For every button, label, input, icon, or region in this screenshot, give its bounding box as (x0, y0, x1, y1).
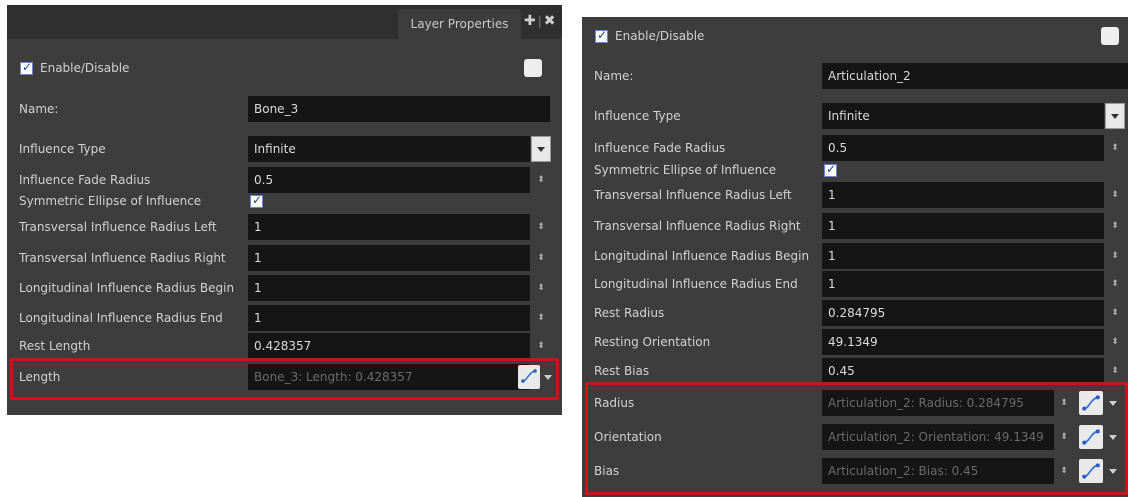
chevron-down-icon[interactable] (531, 136, 551, 162)
rest-radius-row: Rest Radius 0.284795 ⬍ (582, 300, 1128, 326)
chevron-down-icon[interactable] (1105, 103, 1125, 129)
rest-length-field[interactable]: 0.428357 (248, 333, 530, 359)
long-end-label: Longitudinal Influence Radius End (594, 277, 798, 291)
long-begin-row: Longitudinal Influence Radius Begin 1 ⬍ (7, 275, 562, 301)
rest-radius-label: Rest Radius (594, 306, 665, 320)
spinner-arrows-icon[interactable]: ⬍ (1105, 300, 1125, 326)
symmetric-checkbox[interactable]: ✓ (250, 193, 263, 208)
rest-length-label: Rest Length (19, 339, 91, 353)
rest-bias-label: Rest Bias (594, 364, 650, 378)
enable-label: Enable/Disable (40, 61, 130, 75)
spinner-arrows-icon[interactable]: ⬍ (1105, 243, 1125, 269)
long-begin-field[interactable]: 1 (822, 243, 1104, 269)
long-end-label: Longitudinal Influence Radius End (19, 311, 223, 325)
fade-radius-label: Influence Fade Radius (19, 173, 151, 187)
trans-right-label: Transversal Influence Radius Right (19, 251, 226, 265)
influence-type-row: Influence Type Infinite (582, 103, 1128, 129)
close-icon[interactable]: ✖ (544, 13, 556, 29)
influence-type-label: Influence Type (594, 109, 681, 123)
enable-label: Enable/Disable (615, 29, 705, 43)
rest-bias-field[interactable]: 0.45 (822, 358, 1104, 384)
influence-type-select[interactable]: Infinite (248, 136, 530, 162)
check-icon: ✓ (252, 193, 263, 207)
enable-row: ✓ Enable/Disable (582, 23, 1128, 49)
long-begin-row: Longitudinal Influence Radius Begin 1 ⬍ (582, 243, 1128, 269)
tab-controls: ✚ | ✖ (524, 13, 558, 29)
long-end-field[interactable]: 1 (822, 271, 1104, 297)
symmetric-label: Symmetric Ellipse of Influence (19, 194, 202, 208)
long-begin-field[interactable]: 1 (248, 275, 530, 301)
spinner-arrows-icon[interactable]: ⬍ (531, 275, 551, 301)
color-swatch[interactable] (1101, 27, 1119, 45)
spinner-arrows-icon[interactable]: ⬍ (531, 245, 551, 271)
spinner-arrows-icon[interactable]: ⬍ (1105, 182, 1125, 208)
color-swatch[interactable] (524, 59, 542, 77)
spinner-arrows-icon[interactable]: ⬍ (531, 333, 551, 359)
influence-type-select[interactable]: Infinite (822, 103, 1104, 129)
fade-radius-field[interactable]: 0.5 (822, 135, 1104, 161)
spinner-arrows-icon[interactable]: ⬍ (1105, 135, 1125, 161)
name-label: Name: (594, 69, 634, 83)
check-icon: ✓ (826, 162, 837, 176)
symmetric-row: Symmetric Ellipse of Influence ✓ (582, 161, 1128, 179)
trans-left-row: Transversal Influence Radius Left 1 ⬍ (7, 214, 562, 240)
name-row: Name: Articulation_2 (582, 63, 1128, 89)
tab-bar: Layer Properties ✚ | ✖ (7, 5, 562, 39)
separator: | (537, 14, 542, 28)
rest-radius-field[interactable]: 0.284795 (822, 300, 1104, 326)
rest-bias-row: Rest Bias 0.45 ⬍ (582, 358, 1128, 384)
layer-properties-panel-articulation: ✓ Enable/Disable Name: Articulation_2 In… (582, 17, 1128, 497)
spinner-arrows-icon[interactable]: ⬍ (1105, 213, 1125, 239)
trans-right-label: Transversal Influence Radius Right (594, 219, 801, 233)
add-tab-icon[interactable]: ✚ (524, 13, 536, 29)
trans-left-row: Transversal Influence Radius Left 1 ⬍ (582, 182, 1128, 208)
fade-radius-row: Influence Fade Radius 0.5 ⬍ (7, 167, 562, 193)
enable-row: ✓ Enable/Disable (7, 55, 562, 81)
trans-left-field[interactable]: 1 (248, 214, 530, 240)
fade-radius-label: Influence Fade Radius (594, 141, 726, 155)
highlight-box (10, 358, 559, 400)
check-icon: ✓ (22, 60, 33, 74)
enable-checkbox[interactable]: ✓ (595, 28, 608, 43)
spinner-arrows-icon[interactable]: ⬍ (1105, 271, 1125, 297)
fade-radius-field[interactable]: 0.5 (248, 167, 530, 193)
long-end-field[interactable]: 1 (248, 305, 530, 331)
long-begin-label: Longitudinal Influence Radius Begin (594, 249, 810, 263)
name-row: Name: Bone_3 (7, 96, 562, 122)
symmetric-checkbox[interactable]: ✓ (824, 162, 837, 177)
spinner-arrows-icon[interactable]: ⬍ (531, 305, 551, 331)
fade-radius-row: Influence Fade Radius 0.5 ⬍ (582, 135, 1128, 161)
name-field[interactable]: Bone_3 (248, 96, 550, 122)
trans-right-row: Transversal Influence Radius Right 1 ⬍ (582, 213, 1128, 239)
trans-left-field[interactable]: 1 (822, 182, 1104, 208)
tab-layer-properties[interactable]: Layer Properties (398, 9, 521, 39)
resting-orientation-field[interactable]: 49.1349 (822, 329, 1104, 355)
influence-type-label: Influence Type (19, 142, 106, 156)
symmetric-label: Symmetric Ellipse of Influence (594, 163, 777, 177)
trans-left-label: Transversal Influence Radius Left (594, 188, 792, 202)
layer-properties-panel-bone: Layer Properties ✚ | ✖ ✓ Enable/Disable Na… (7, 5, 562, 415)
spinner-arrows-icon[interactable]: ⬍ (531, 167, 551, 193)
check-icon: ✓ (597, 28, 608, 42)
spinner-arrows-icon[interactable]: ⬍ (1105, 358, 1125, 384)
long-end-row: Longitudinal Influence Radius End 1 ⬍ (582, 271, 1128, 297)
symmetric-row: Symmetric Ellipse of Influence ✓ (7, 192, 562, 210)
name-label: Name: (19, 102, 59, 116)
trans-right-field[interactable]: 1 (248, 245, 530, 271)
trans-right-field[interactable]: 1 (822, 213, 1104, 239)
enable-checkbox[interactable]: ✓ (20, 60, 33, 75)
name-field[interactable]: Articulation_2 (822, 63, 1128, 89)
resting-orientation-label: Resting Orientation (594, 335, 711, 349)
trans-left-label: Transversal Influence Radius Left (19, 220, 217, 234)
long-begin-label: Longitudinal Influence Radius Begin (19, 281, 235, 295)
rest-length-row: Rest Length 0.428357 ⬍ (7, 333, 562, 359)
spinner-arrows-icon[interactable]: ⬍ (1105, 329, 1125, 355)
highlight-box (585, 382, 1128, 495)
resting-orientation-row: Resting Orientation 49.1349 ⬍ (582, 329, 1128, 355)
long-end-row: Longitudinal Influence Radius End 1 ⬍ (7, 305, 562, 331)
spinner-arrows-icon[interactable]: ⬍ (531, 214, 551, 240)
influence-type-row: Influence Type Infinite (7, 136, 562, 162)
trans-right-row: Transversal Influence Radius Right 1 ⬍ (7, 245, 562, 271)
